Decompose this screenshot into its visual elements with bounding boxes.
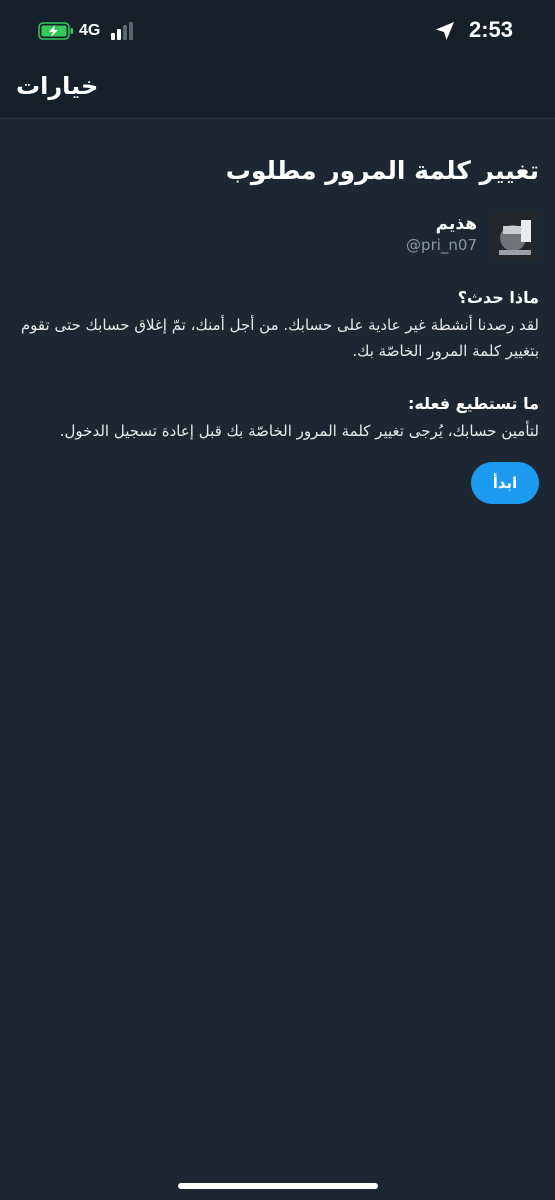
account-name: هذيم <box>435 214 477 234</box>
page-title: تغيير كلمة المرور مطلوب <box>225 156 539 185</box>
home-indicator[interactable] <box>178 1183 378 1189</box>
what-you-can-do-text: لتأمين حسابك، يُرجى تغيير كلمة المرور ال… <box>59 422 539 440</box>
what-happened-title: ماذا حدث؟ <box>457 288 539 307</box>
battery-charging-icon <box>38 22 73 40</box>
account-card: هذيم @pri_n07 <box>279 212 539 262</box>
location-arrow-icon <box>436 22 454 40</box>
avatar <box>491 212 539 260</box>
what-happened-text: لقد رصدنا أنشطة غير عادية على حسابك. من … <box>20 316 539 360</box>
top-navigation-bar: خيارات <box>0 62 555 119</box>
avatar-image <box>491 212 539 260</box>
nav-title[interactable]: خيارات <box>16 72 98 100</box>
network-type: 4G <box>79 22 101 39</box>
what-you-can-do-title: ما تستطيع فعله: <box>407 394 539 413</box>
account-handle: @pri_n07 <box>406 236 477 254</box>
status-bar: 4G 2:53 <box>0 0 555 62</box>
cellular-signal-icon <box>111 22 133 40</box>
status-time: 2:53 <box>468 17 513 42</box>
start-button[interactable]: ابدأ <box>471 462 539 504</box>
